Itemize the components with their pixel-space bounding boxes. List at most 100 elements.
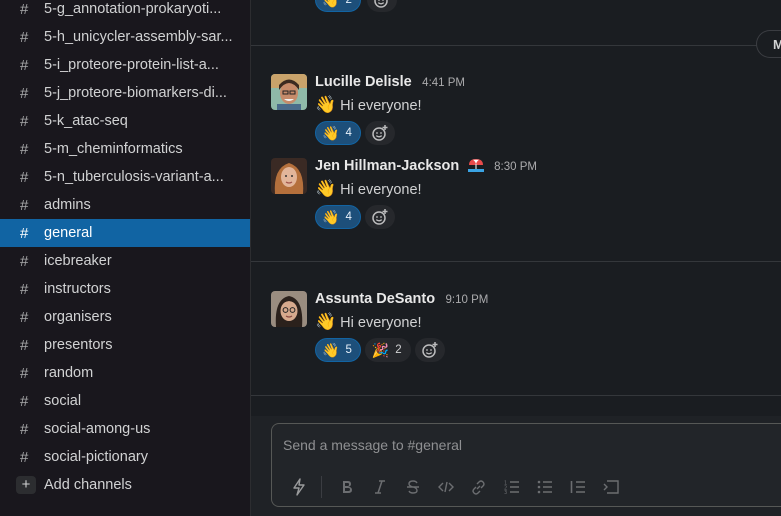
italic-icon (374, 480, 385, 494)
avatar[interactable] (271, 158, 307, 194)
sidebar-item-channel[interactable]: # admins (0, 191, 250, 219)
ordered-list-icon: 123 (504, 481, 519, 494)
code-icon (437, 481, 454, 493)
reaction-bar: 👋 4 (315, 121, 395, 145)
message-composer[interactable]: Send a message to #general 123 (271, 423, 781, 507)
reaction-button[interactable]: 👋 5 (315, 338, 361, 362)
channel-name: 5-m_cheminformatics (44, 141, 183, 157)
channel-name: 5-i_proteore-protein-list-a... (44, 57, 219, 73)
channel-name: random (44, 365, 94, 381)
hash-icon: # (20, 308, 29, 326)
ordered-list-button[interactable]: 123 (495, 476, 528, 498)
channel-name: icebreaker (44, 253, 112, 269)
author-name[interactable]: Jen Hillman-Jackson (315, 158, 459, 174)
reaction-button[interactable]: 👋 4 (315, 205, 361, 229)
sidebar-item-channel[interactable]: #5-g_annotation-prokaryoti... (0, 0, 250, 23)
message-body: 👋 Hi everyone! (315, 179, 422, 199)
author-name[interactable]: Assunta DeSanto (315, 291, 435, 307)
strikethrough-button[interactable] (396, 476, 429, 498)
previous-message-reactions: 👋 2 (315, 0, 397, 12)
reaction-bar: 👋 4 (315, 205, 395, 229)
date-divider-button[interactable]: M (756, 30, 781, 58)
add-reaction-button[interactable] (364, 121, 395, 145)
hash-icon: # (20, 112, 29, 130)
avatar[interactable] (271, 74, 307, 110)
sidebar-item-channel[interactable]: # random (0, 359, 250, 387)
add-reaction-icon (374, 0, 389, 8)
formatting-toolbar: 123 (282, 476, 627, 498)
code-block-button[interactable] (594, 476, 627, 498)
channel-name: 5-h_unicycler-assembly-sar... (44, 29, 233, 45)
sidebar-item-channel[interactable]: # presentors (0, 331, 250, 359)
channel-name: instructors (44, 281, 111, 297)
wave-emoji-icon: 👋 (322, 0, 339, 9)
reaction-button[interactable]: 👋 2 (315, 0, 361, 12)
message-header: Jen Hillman-Jackson 8:30 PM (315, 157, 537, 177)
italic-button[interactable] (363, 476, 396, 498)
author-name[interactable]: Lucille Delisle (315, 74, 412, 90)
sidebar-item-channel[interactable]: #5-i_proteore-protein-list-a... (0, 51, 250, 79)
hash-icon: # (20, 56, 29, 74)
add-reaction-icon (372, 125, 388, 141)
reaction-button[interactable]: 👋 4 (315, 121, 361, 145)
channel-name: 5-n_tuberculosis-variant-a... (44, 169, 224, 185)
add-reaction-button[interactable] (364, 205, 395, 229)
blockquote-button[interactable] (561, 476, 594, 498)
sidebar-item-channel-active[interactable]: # general (0, 219, 250, 247)
sidebar-item-channel[interactable]: # social-pictionary (0, 443, 250, 471)
avatar[interactable] (271, 291, 307, 327)
composer-placeholder[interactable]: Send a message to #general (283, 437, 462, 453)
channel-name: general (44, 225, 93, 241)
add-reaction-button[interactable] (414, 338, 445, 362)
message-header: Lucille Delisle 4:41 PM (315, 73, 465, 91)
hash-icon: # (20, 448, 29, 466)
bulleted-list-button[interactable] (528, 476, 561, 498)
hash-icon: # (20, 224, 29, 242)
shortcuts-button[interactable] (282, 476, 315, 498)
hash-icon: # (20, 196, 29, 214)
sidebar-item-channel[interactable]: # icebreaker (0, 247, 250, 275)
sidebar-item-channel[interactable]: # social (0, 387, 250, 415)
reaction-count: 2 (345, 0, 352, 6)
channel-sidebar: #5-g_annotation-prokaryoti... #5-h_unicy… (0, 0, 251, 516)
channel-name: social-among-us (44, 421, 151, 437)
add-channels-button[interactable]: + Add channels (0, 471, 250, 499)
beach-icon[interactable] (467, 158, 484, 177)
wave-emoji-icon: 👋 (322, 124, 340, 141)
hash-icon: # (20, 364, 29, 382)
hash-icon: # (20, 84, 29, 102)
sidebar-item-channel[interactable]: #5-j_proteore-biomarkers-di... (0, 79, 250, 107)
wave-emoji-icon: 👋 (322, 341, 340, 358)
add-channels-label: Add channels (44, 477, 132, 493)
reaction-count: 5 (345, 344, 352, 356)
sidebar-item-channel[interactable]: #5-k_atac-seq (0, 107, 250, 135)
sidebar-item-channel[interactable]: #5-m_cheminformatics (0, 135, 250, 163)
plus-icon: + (16, 476, 36, 494)
sidebar-item-channel[interactable]: #5-h_unicycler-assembly-sar... (0, 23, 250, 51)
channel-list: #5-g_annotation-prokaryoti... #5-h_unicy… (0, 0, 250, 499)
hash-icon: # (20, 336, 29, 354)
message-text: Hi everyone! (340, 315, 422, 331)
add-reaction-button[interactable] (366, 0, 397, 12)
message-timestamp[interactable]: 9:10 PM (446, 294, 489, 306)
sidebar-item-channel[interactable]: # instructors (0, 275, 250, 303)
message-timestamp[interactable]: 4:41 PM (422, 77, 465, 89)
bold-button[interactable] (330, 476, 363, 498)
sidebar-item-channel[interactable]: # organisers (0, 303, 250, 331)
link-button[interactable] (462, 476, 495, 498)
svg-text:3: 3 (504, 490, 507, 494)
bulleted-list-icon (537, 480, 552, 494)
sidebar-item-channel[interactable]: # social-among-us (0, 415, 250, 443)
message-timestamp[interactable]: 8:30 PM (494, 161, 537, 173)
code-button[interactable] (429, 476, 462, 498)
channel-name: social-pictionary (44, 449, 148, 465)
sidebar-item-channel[interactable]: #5-n_tuberculosis-variant-a... (0, 163, 250, 191)
message-text: Hi everyone! (340, 98, 422, 114)
hash-icon: # (20, 140, 29, 158)
hash-icon: # (20, 252, 29, 270)
hash-icon: # (20, 28, 29, 46)
message-header: Assunta DeSanto 9:10 PM (315, 290, 488, 308)
reaction-button[interactable]: 🎉 2 (364, 338, 411, 362)
reaction-count: 4 (345, 211, 352, 223)
add-reaction-icon (372, 209, 388, 225)
